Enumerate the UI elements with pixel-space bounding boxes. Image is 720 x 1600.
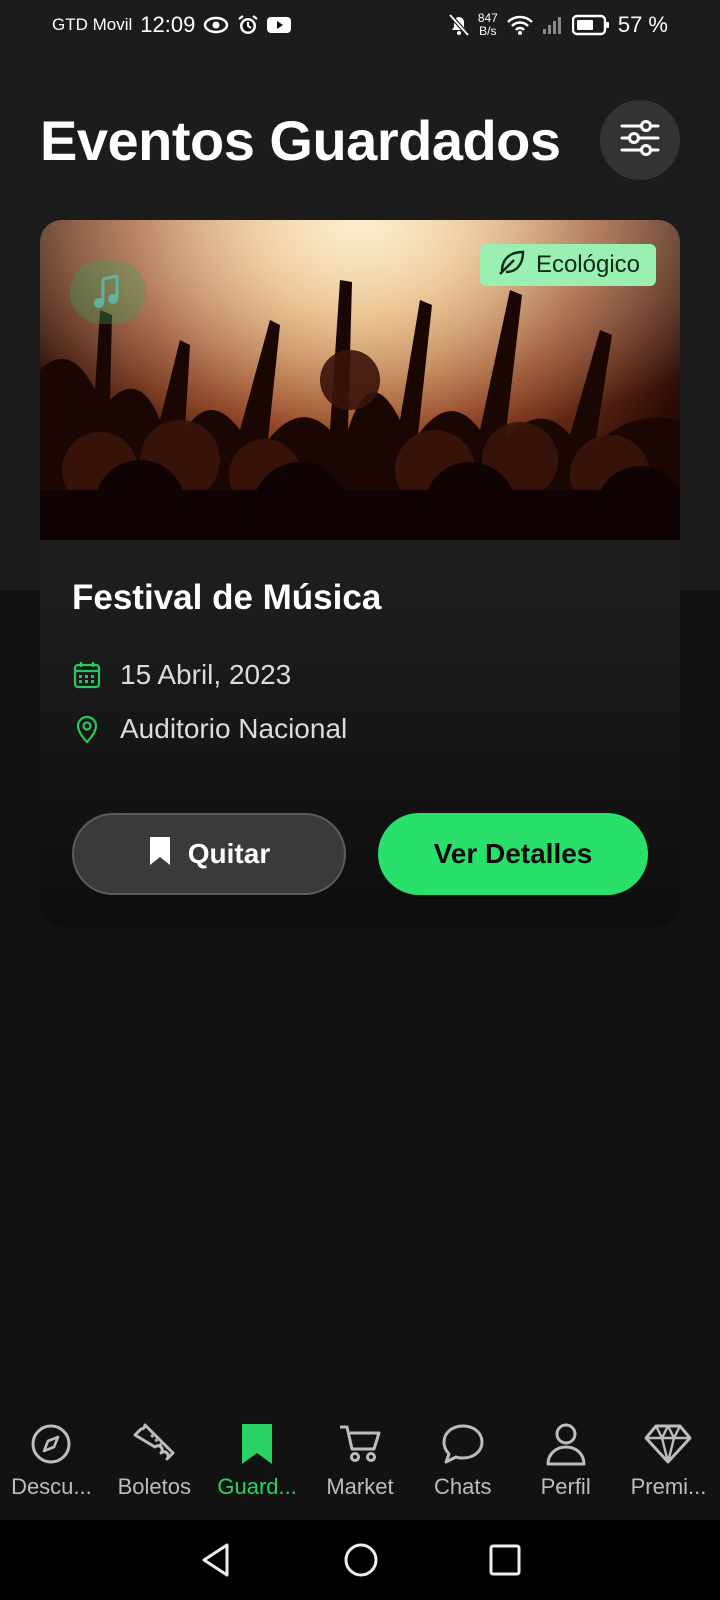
remove-button-label: Quitar bbox=[187, 838, 271, 869]
view-details-label: Ver Detalles bbox=[433, 838, 593, 869]
battery-percent: 57 % bbox=[617, 12, 668, 37]
event-actions: Quitar Ver Detalles bbox=[72, 813, 648, 895]
back-triangle-icon bbox=[202, 1543, 229, 1577]
system-navigation-bar bbox=[0, 1520, 720, 1600]
nav-item-market[interactable]: Market bbox=[310, 1420, 410, 1500]
event-card[interactable]: Ecológico Festival de Música 15 Abril, 2… bbox=[40, 220, 680, 927]
nav-item-discover[interactable]: Descu... bbox=[1, 1420, 101, 1500]
eye-icon bbox=[203, 16, 229, 34]
nav-item-saved[interactable]: Guard... bbox=[207, 1420, 307, 1500]
remove-button[interactable]: Quitar bbox=[72, 813, 346, 895]
nav-item-tickets[interactable]: Boletos bbox=[104, 1420, 204, 1500]
nav-label-profile: Perfil bbox=[540, 1474, 591, 1499]
nav-item-chats[interactable]: Chats bbox=[413, 1420, 513, 1500]
battery-icon bbox=[571, 14, 610, 36]
event-location-row: Auditorio Nacional bbox=[72, 702, 648, 756]
location-pin-icon bbox=[72, 714, 102, 744]
event-title: Festival de Música bbox=[72, 578, 382, 617]
eco-badge-label: Ecológico bbox=[535, 251, 640, 278]
cart-icon bbox=[338, 1420, 382, 1468]
nav-label-discover: Descu... bbox=[11, 1474, 92, 1499]
youtube-icon bbox=[267, 16, 292, 34]
bookmark-filled-icon bbox=[148, 835, 172, 874]
diamond-icon bbox=[644, 1420, 692, 1468]
ticket-icon bbox=[131, 1420, 177, 1468]
net-speed-value: 847 bbox=[477, 11, 498, 25]
compass-icon bbox=[30, 1420, 72, 1468]
event-location: Auditorio Nacional bbox=[120, 713, 348, 744]
status-right: 847 B/s 57 % bbox=[448, 12, 668, 38]
chat-icon bbox=[440, 1420, 486, 1468]
nav-label-premium: Premi... bbox=[630, 1474, 707, 1499]
view-details-button[interactable]: Ver Detalles bbox=[378, 813, 648, 895]
nav-label-saved: Guard... bbox=[217, 1474, 297, 1499]
recents-button[interactable] bbox=[489, 1544, 521, 1576]
status-left: GTD Movil 12:09 bbox=[52, 12, 292, 38]
nav-label-chats: Chats bbox=[434, 1474, 492, 1499]
nav-item-profile[interactable]: Perfil bbox=[516, 1420, 616, 1500]
bottom-nav: Descu... Boletos Guard... Market Chats P… bbox=[0, 1420, 720, 1520]
event-date: 15 Abril, 2023 bbox=[120, 659, 292, 690]
home-button[interactable] bbox=[343, 1542, 379, 1578]
net-speed-unit: B/s bbox=[479, 24, 497, 38]
calendar-icon bbox=[72, 661, 102, 689]
recents-square-icon bbox=[489, 1544, 521, 1576]
filter-button[interactable] bbox=[600, 100, 680, 180]
nav-label-market: Market bbox=[326, 1474, 394, 1499]
home-circle-icon bbox=[344, 1543, 378, 1577]
event-card-body: Festival de Música 15 Abril, 2023 Audito… bbox=[40, 540, 680, 756]
signal-icon bbox=[542, 15, 564, 35]
status-bar: GTD Movil 12:09 847 B/s 57 % bbox=[0, 0, 720, 50]
sliders-icon bbox=[620, 119, 660, 161]
eco-badge: Ecológico bbox=[479, 244, 656, 286]
user-icon bbox=[545, 1420, 587, 1468]
nav-label-tickets: Boletos bbox=[117, 1474, 191, 1499]
music-category-icon bbox=[70, 260, 146, 324]
alarm-icon bbox=[237, 14, 259, 36]
net-speed: 847 B/s bbox=[478, 12, 498, 38]
back-button[interactable] bbox=[199, 1542, 233, 1578]
page-title: Eventos Guardados bbox=[40, 108, 561, 172]
nav-item-premium[interactable]: Premi... bbox=[618, 1420, 718, 1500]
carrier-name: GTD Movil bbox=[52, 15, 133, 34]
bookmark-icon bbox=[240, 1420, 274, 1468]
mute-bell-icon bbox=[448, 13, 470, 37]
event-image: Ecológico bbox=[40, 220, 680, 540]
leaf-icon bbox=[498, 249, 526, 282]
page-header: Eventos Guardados bbox=[40, 98, 680, 182]
status-time: 12:09 bbox=[140, 12, 196, 37]
wifi-icon bbox=[506, 14, 534, 36]
event-date-row: 15 Abril, 2023 bbox=[72, 648, 648, 702]
